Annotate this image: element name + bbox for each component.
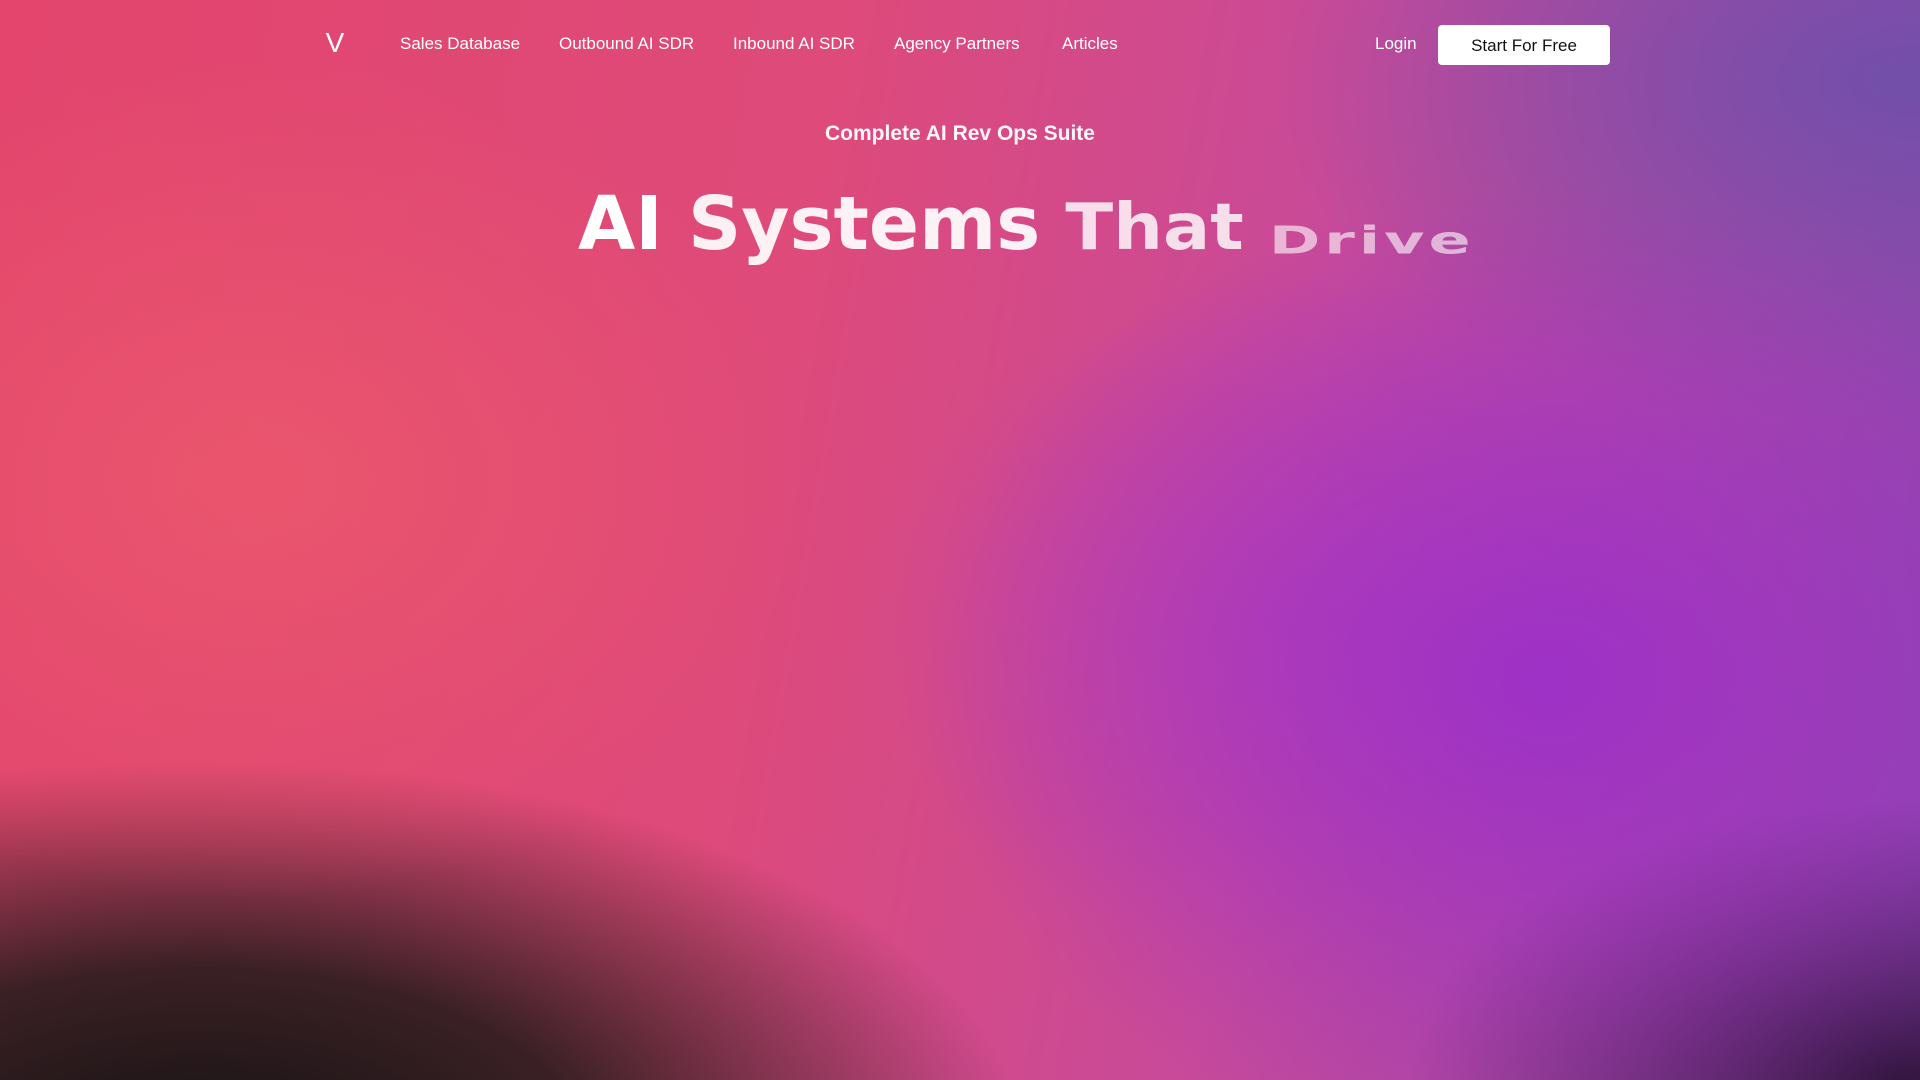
nav-link-sales-database[interactable]: Sales Database <box>400 32 520 56</box>
start-for-free-button[interactable]: Start For Free <box>1438 25 1610 65</box>
login-link[interactable]: Login <box>1375 32 1417 56</box>
nav-link-outbound-ai-sdr[interactable]: Outbound AI SDR <box>559 32 694 56</box>
landing-page: V Sales Database Outbound AI SDR Inbound… <box>0 0 1920 1080</box>
gradient-background <box>0 0 1920 1080</box>
hero-headline: AI Systems That Drive <box>578 186 1489 276</box>
nav-link-inbound-ai-sdr[interactable]: Inbound AI SDR <box>733 32 855 56</box>
logo-icon[interactable]: V <box>323 28 347 58</box>
headline-word: Systems <box>687 181 1041 267</box>
nav-link-articles[interactable]: Articles <box>1062 32 1118 56</box>
headline-word: That <box>1065 189 1244 265</box>
headline-word-animated: Drive <box>1268 217 1475 263</box>
nav-link-agency-partners[interactable]: Agency Partners <box>894 32 1020 56</box>
top-navigation: V Sales Database Outbound AI SDR Inbound… <box>0 0 1920 88</box>
hero-eyebrow: Complete AI Rev Ops Suite <box>825 122 1095 145</box>
headline-word: AI <box>578 181 663 267</box>
